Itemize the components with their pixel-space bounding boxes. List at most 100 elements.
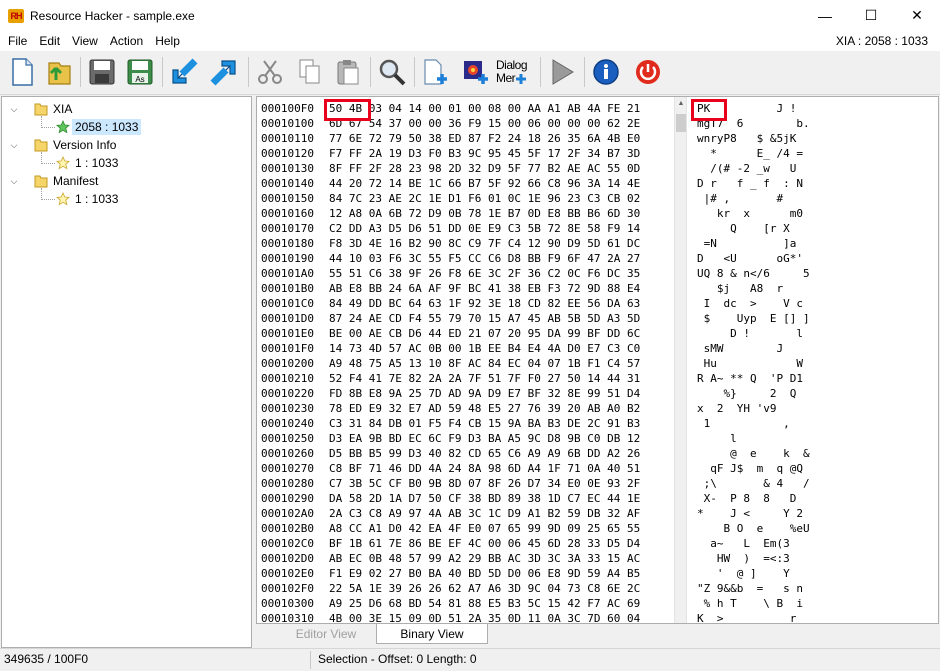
hex-row-bytes[interactable]: 84 49 DD BC 64 63 1F 92 3E 18 CD 82 EE 5…	[329, 296, 679, 311]
hex-row-bytes[interactable]: F7 FF 2A 19 D3 F0 B3 9C 95 45 5F 17 2F 3…	[329, 146, 679, 161]
run-icon[interactable]	[546, 56, 578, 88]
hex-row-bytes[interactable]: 77 6E 72 79 50 38 ED 87 F2 24 18 26 35 6…	[329, 131, 679, 146]
hex-row-ascii[interactable]: mgT7 6 b.	[697, 116, 937, 131]
hex-row-bytes[interactable]: A8 CC A1 D0 42 EA 4F E0 07 65 99 9D 09 2…	[329, 521, 679, 536]
hex-row-bytes[interactable]: 2A C3 C8 A9 97 4A AB 3C 1C D9 A1 B2 59 D…	[329, 506, 679, 521]
back-arrow-icon[interactable]	[168, 56, 200, 88]
hex-row-ascii[interactable]: Hu W	[697, 356, 937, 371]
scroll-up-arrow-icon[interactable]: ▲	[675, 97, 687, 111]
hex-row-ascii[interactable]: B O e %eU	[697, 521, 937, 536]
hex-row-ascii[interactable]: =N ]a	[697, 236, 937, 251]
hex-row-ascii[interactable]: sMW J	[697, 341, 937, 356]
hex-row-bytes[interactable]: 50 4B 03 04 14 00 01 00 08 00 AA A1 AB 4…	[329, 101, 679, 116]
hex-row-bytes[interactable]: DA 58 2D 1A D7 50 CF 38 BD 89 38 1D C7 E…	[329, 491, 679, 506]
menu-edit[interactable]: Edit	[35, 34, 64, 48]
dialog-merger-icon[interactable]: Dialog Mer	[496, 56, 536, 88]
chevron-down-icon[interactable]: ⌵	[8, 104, 20, 114]
hex-row-bytes[interactable]: BF 1B 61 7E 86 BE EF 4C 00 06 45 6D 28 3…	[329, 536, 679, 551]
chevron-down-icon[interactable]: ⌵	[8, 140, 20, 150]
hex-row-ascii[interactable]: qF J$ m q @Q	[697, 461, 937, 476]
hex-row-ascii[interactable]: @ e k &	[697, 446, 937, 461]
hex-row-bytes[interactable]: 22 5A 1E 39 26 26 62 A7 A6 3D 9C 04 73 C…	[329, 581, 679, 596]
maximize-button[interactable]: ☐	[848, 0, 894, 31]
power-icon[interactable]	[632, 56, 664, 88]
hex-row-bytes[interactable]: D5 BB B5 99 D3 40 82 CD 65 C6 A9 A9 6B D…	[329, 446, 679, 461]
hex-row-bytes[interactable]: C8 BF 71 46 DD 4A 24 8A 98 6D A4 1F 71 0…	[329, 461, 679, 476]
hex-row-ascii[interactable]: $j A8 r	[697, 281, 937, 296]
hex-row-ascii[interactable]: %} 2 Q	[697, 386, 937, 401]
hex-row-bytes[interactable]: 84 7C 23 AE 2C 1E D1 F6 01 0C 1E 96 23 C…	[329, 191, 679, 206]
hex-row-bytes[interactable]: A9 25 D6 68 BD 54 81 88 E5 B3 5C 15 42 F…	[329, 596, 679, 611]
hex-row-bytes[interactable]: 4B 00 3E 15 09 0D 51 2A 35 0D 11 0A 3C 7…	[329, 611, 679, 623]
hex-row-bytes[interactable]: A9 48 75 A5 13 10 8F AC 84 EC 04 07 1B F…	[329, 356, 679, 371]
hex-row-bytes[interactable]: BE 00 AE CB D6 44 ED 21 07 20 95 DA 99 B…	[329, 326, 679, 341]
hex-row-ascii[interactable]: "Z 9&&b = s n	[697, 581, 937, 596]
new-file-icon[interactable]	[6, 56, 38, 88]
hex-row-bytes[interactable]: AB E8 BB 24 6A AF 9F BC 41 38 EB F3 72 9…	[329, 281, 679, 296]
hex-row-bytes[interactable]: F8 3D 4E 16 B2 90 8C C9 7F C4 12 90 D9 5…	[329, 236, 679, 251]
hex-row-bytes[interactable]: FD 8B E8 9A 25 7D AD 9A D9 E7 BF 32 8E 9…	[329, 386, 679, 401]
copy-icon[interactable]	[294, 56, 326, 88]
info-icon[interactable]	[590, 56, 622, 88]
hex-row-bytes[interactable]: C2 DD A3 D5 D6 51 DD 0E E9 C3 5B 72 8E 5…	[329, 221, 679, 236]
hex-row-ascii[interactable]: Q [r X	[697, 221, 937, 236]
hex-row-bytes[interactable]: 8F FF 2F 28 23 98 2D 32 D9 5F 77 B2 AE A…	[329, 161, 679, 176]
tab-binary-view[interactable]: Binary View	[376, 624, 488, 644]
hex-row-ascii[interactable]: x 2 YH 'v9	[697, 401, 937, 416]
tab-editor-view[interactable]: Editor View	[276, 624, 376, 644]
hex-row-bytes[interactable]: 87 24 AE CD F4 55 79 70 15 A7 45 AB 5B 5…	[329, 311, 679, 326]
hex-row-bytes[interactable]: C3 31 84 DB 01 F5 F4 CB 15 9A BA B3 DE 2…	[329, 416, 679, 431]
hex-row-ascii[interactable]: l	[697, 431, 937, 446]
search-icon[interactable]	[376, 56, 408, 88]
hex-row-ascii[interactable]: 1 ,	[697, 416, 937, 431]
hex-row-bytes[interactable]: 52 F4 41 7E 82 2A 2A 7F 51 7F F0 27 50 1…	[329, 371, 679, 386]
tree-node-version-1-1033[interactable]: 1 : 1033	[56, 154, 121, 172]
close-button[interactable]: ✕	[894, 0, 940, 31]
menu-action[interactable]: Action	[106, 34, 147, 48]
hex-row-ascii[interactable]: UQ 8 & n</6 5	[697, 266, 937, 281]
hex-row-bytes[interactable]: D3 EA 9B BD EC 6C F9 D3 BA A5 9C D8 9B C…	[329, 431, 679, 446]
hex-row-ascii[interactable]: wnryP8 $ &5jK	[697, 131, 937, 146]
save-icon[interactable]	[86, 56, 118, 88]
tree-node-manifest[interactable]: ⌵ Manifest	[8, 172, 101, 190]
add-image-resource-icon[interactable]	[460, 56, 492, 88]
hex-row-bytes[interactable]: C7 3B 5C CF B0 9B 8D 07 8F 26 D7 34 E0 0…	[329, 476, 679, 491]
tree-node-2058-1033[interactable]: 2058 : 1033	[56, 118, 142, 136]
hex-row-bytes[interactable]: 12 A8 0A 6B 72 D9 0B 78 1E B7 0D E8 BB B…	[329, 206, 679, 221]
hex-row-ascii[interactable]: ;\ & 4 /	[697, 476, 937, 491]
hex-row-ascii[interactable]: $ Uyp E [] ]	[697, 311, 937, 326]
forward-arrow-icon[interactable]	[208, 56, 240, 88]
menu-view[interactable]: View	[68, 34, 102, 48]
hex-row-bytes[interactable]: 55 51 C6 38 9F 26 F8 6E 3C 2F 36 C2 0C F…	[329, 266, 679, 281]
binary-hex-view[interactable]: 000100F0 50 4B 03 04 14 00 01 00 08 00 AA…	[256, 96, 939, 624]
hex-row-ascii[interactable]: HW ) =<:3	[697, 551, 937, 566]
menu-help[interactable]: Help	[151, 34, 184, 48]
save-as-icon[interactable]: As	[124, 56, 156, 88]
hex-row-ascii[interactable]: * E_ /4 =	[697, 146, 937, 161]
hex-row-bytes[interactable]: 44 20 72 14 BE 1C 66 B7 5F 92 66 C8 96 3…	[329, 176, 679, 191]
hex-row-ascii[interactable]: a~ L Em(3	[697, 536, 937, 551]
add-resource-icon[interactable]	[420, 56, 452, 88]
chevron-down-icon[interactable]: ⌵	[8, 176, 20, 186]
hex-row-ascii[interactable]: R A~ ** Q 'P D1	[697, 371, 937, 386]
hex-row-bytes[interactable]: 78 ED E9 32 E7 AD 59 48 E5 27 76 39 20 A…	[329, 401, 679, 416]
cut-icon[interactable]	[254, 56, 286, 88]
tree-node-manifest-1-1033[interactable]: 1 : 1033	[56, 190, 121, 208]
menu-file[interactable]: File	[4, 34, 31, 48]
minimize-button[interactable]: —	[802, 0, 848, 31]
hex-scrollbar[interactable]: ▲	[674, 97, 687, 623]
hex-row-ascii[interactable]: D r f _ f : N	[697, 176, 937, 191]
hex-row-ascii[interactable]: D <U oG*'	[697, 251, 937, 266]
tree-node-version-info[interactable]: ⌵ Version Info	[8, 136, 119, 154]
hex-row-bytes[interactable]: 44 10 03 F6 3C 55 F5 CC C6 D8 BB F9 6F 4…	[329, 251, 679, 266]
open-file-icon[interactable]	[44, 56, 76, 88]
hex-row-ascii[interactable]: |# , #	[697, 191, 937, 206]
hex-row-bytes[interactable]: F1 E9 02 27 B0 BA 40 BD 5D D0 06 E8 9D 5…	[329, 566, 679, 581]
hex-row-bytes[interactable]: 14 73 4D 57 AC 0B 00 1B EE B4 E4 4A D0 E…	[329, 341, 679, 356]
hex-row-ascii[interactable]: PK J !	[697, 101, 937, 116]
hex-row-ascii[interactable]: D ! l	[697, 326, 937, 341]
hex-row-ascii[interactable]: /(# -2 _w U	[697, 161, 937, 176]
tree-node-xia[interactable]: ⌵ XIA	[8, 100, 75, 118]
paste-icon[interactable]	[332, 56, 364, 88]
hex-row-ascii[interactable]: I dc > V c	[697, 296, 937, 311]
